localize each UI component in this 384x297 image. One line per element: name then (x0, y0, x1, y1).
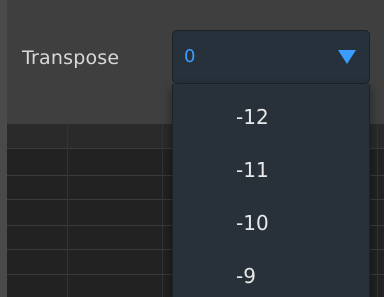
grid-line (162, 124, 163, 297)
transpose-panel: Transpose 0 -12 -11 -10 -9 (0, 0, 384, 297)
panel-edge (0, 0, 7, 297)
grid-line (67, 124, 68, 297)
transpose-dropdown-list[interactable]: -12 -11 -10 -9 (172, 84, 370, 297)
grid-line (377, 124, 378, 297)
transpose-select[interactable]: 0 (172, 30, 370, 84)
dropdown-option-minus-9[interactable]: -9 (173, 256, 369, 296)
dropdown-option-minus-10[interactable]: -10 (173, 203, 369, 243)
dropdown-option-minus-12[interactable]: -12 (173, 97, 369, 137)
chevron-down-icon (338, 50, 356, 64)
dropdown-option-minus-11[interactable]: -11 (173, 150, 369, 190)
transpose-selected-value: 0 (184, 46, 196, 67)
transpose-label: Transpose (22, 47, 120, 69)
